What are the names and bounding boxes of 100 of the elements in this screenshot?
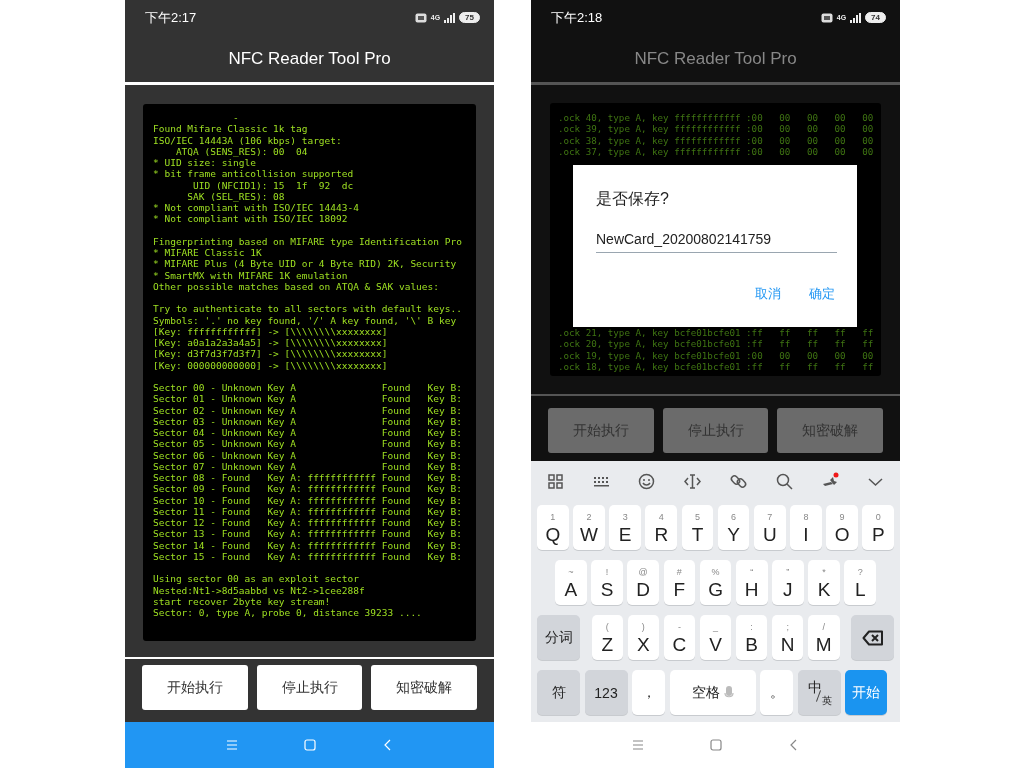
key-label: X (637, 634, 650, 654)
key[interactable]: _ V (699, 615, 732, 660)
log-line: .ock 38, type A, key ffffffffffff :00 00 00 00 00 (558, 134, 875, 146)
key[interactable]: ( Z (591, 615, 624, 660)
key[interactable]: 0 P (862, 505, 895, 550)
log-line: * UID size: single (153, 157, 257, 169)
key[interactable]: 4 R (645, 505, 678, 550)
key[interactable]: ? L (844, 560, 877, 605)
key[interactable]: : B (735, 615, 768, 660)
log-line: Sector 13 - Found Key A: ffffffffffff Found Key B: (153, 528, 463, 540)
battery-percent: 75 (465, 13, 474, 22)
key-hint: 4 (658, 511, 664, 522)
key[interactable]: 3 E (609, 505, 641, 550)
log-line: .ock 18, type A, key bcfe01bcfe01 :ff ff ff ff ff (558, 361, 875, 373)
log-line: Sector 11 - Found Key A: ffffffffffff Found Key B: (153, 505, 463, 517)
key-hint: * (822, 566, 826, 577)
key[interactable]: ， (632, 670, 665, 715)
key[interactable]: 符 (537, 670, 580, 715)
key-hint: ~ (568, 566, 574, 577)
key-label: 空格 (691, 683, 720, 702)
cursor-icon[interactable] (683, 471, 703, 491)
log-line: Sector 10 - Found Key A: ffffffffffff Found Key B: (153, 494, 463, 506)
battery-percent: 74 (871, 13, 880, 22)
log-line: .ock 19, type A, key bcfe01bcfe01 :00 00 00 00 00 (558, 349, 875, 362)
key[interactable]: 1 Q (537, 505, 569, 550)
log-line: UID (NFCID1): 15 1f 92 dc (192, 179, 355, 191)
key-hint: 2 (586, 511, 592, 522)
key[interactable]: 9 O (826, 505, 858, 550)
key-label: V (709, 634, 722, 654)
home-icon[interactable] (709, 739, 722, 751)
key[interactable]: 。 (760, 670, 793, 715)
key-hint: 0 (875, 511, 881, 522)
action-button[interactable]: 停止执行 (256, 665, 363, 710)
key[interactable]: # F (663, 560, 696, 605)
apps-icon[interactable] (546, 471, 565, 491)
key-hint: ” (786, 566, 790, 577)
key[interactable]: * K (808, 560, 840, 605)
dialog-title: 是否保存? (596, 189, 670, 209)
log-line: Other possible matches based on ATQA & SAK values: (153, 280, 440, 292)
log-line: Sector: 0, type A, probe 0, distance 39233 .... (153, 607, 423, 619)
key[interactable]: “ H (735, 560, 768, 605)
log-line: * bit frame anticollision supported (153, 168, 355, 180)
log-line: * Not compliant with ISO/IEC 14443-4 (153, 202, 360, 214)
key-hint: _ (713, 621, 719, 632)
key[interactable]: ; N (771, 615, 804, 660)
key-hint: - (677, 621, 681, 632)
key-hint: % (711, 566, 720, 577)
key[interactable]: ) X (627, 615, 660, 660)
key[interactable]: ~ A (555, 560, 587, 605)
log-line: .ock 40, type A, key ffffffffffff :00 00 00 00 00 (558, 112, 875, 124)
key-hint: ) (641, 621, 645, 632)
filename-field[interactable]: NewCard_20200802141759 (596, 227, 837, 253)
log-line: Sector 15 - Found Key A: ffffffffffff Found Key B: (153, 550, 463, 562)
search-icon[interactable] (774, 471, 794, 491)
key-label: P (871, 524, 885, 544)
signal-icon (850, 12, 862, 23)
key[interactable]: ! S (591, 560, 623, 605)
key[interactable]: @ D (627, 560, 659, 605)
emoji-icon[interactable] (637, 471, 657, 491)
key-label: D (636, 579, 651, 599)
key-hint: ? (857, 566, 863, 577)
key[interactable]: 7 U (753, 505, 786, 550)
action-button[interactable]: 知密破解 (371, 665, 477, 710)
log-line: ATQA (SENS_RES): 00 04 (174, 145, 308, 157)
backspace-icon (861, 629, 884, 646)
log-line: start recover 2byte key stream! (153, 595, 332, 607)
key-hint: 8 (803, 511, 809, 522)
key-hint: / (822, 621, 825, 632)
log-line: Sector 00 - Unknown Key A Found Key B: (153, 382, 463, 394)
key-label: F (673, 579, 686, 599)
key[interactable]: / M (807, 615, 840, 660)
key-hint: 5 (694, 511, 700, 522)
key-label: A (564, 579, 578, 599)
key[interactable]: 6 Y (717, 505, 750, 550)
key[interactable]: ” J (772, 560, 804, 605)
action-button[interactable]: 开始执行 (142, 665, 248, 710)
key-label: I (803, 524, 809, 544)
log-line: [Key: a0a1a2a3a4a5] -> [\\\\\\\\xxxxxxxx] (153, 337, 389, 349)
key[interactable]: 5 T (681, 505, 714, 550)
key-label: W (580, 524, 598, 544)
log-line: Sector 07 - Unknown Key A Found Key B: (153, 460, 463, 472)
key[interactable]: 8 I (790, 505, 822, 550)
log-line: Sector 06 - Unknown Key A Found Key B: (153, 449, 463, 461)
key[interactable]: - C (663, 615, 696, 660)
backspace-key[interactable] (851, 615, 895, 660)
key-label: C (672, 634, 687, 654)
space-key[interactable]: 空格 (669, 670, 756, 715)
key-hint: 英 (821, 695, 832, 706)
key[interactable]: 分词 (537, 615, 580, 660)
key[interactable]: 123 (584, 670, 628, 715)
key-hint: 1 (550, 511, 556, 522)
log-line: [Key: 000000000000] -> [\\\\\\\\xxxxxxxx] (153, 359, 389, 371)
log-line: .ock 21, type A, key bcfe01bcfe01 :ff ff ff ff ff (558, 327, 875, 339)
language-key[interactable]: 中 英 (797, 670, 841, 715)
key[interactable]: % G (699, 560, 732, 605)
key[interactable]: 2 W (573, 505, 605, 550)
log-line: Sector 09 - Found Key A: ffffffffffff Found Key B: (153, 483, 463, 495)
key-label: T (691, 524, 704, 544)
key-hint: ( (605, 621, 609, 632)
key-label: U (762, 524, 777, 544)
